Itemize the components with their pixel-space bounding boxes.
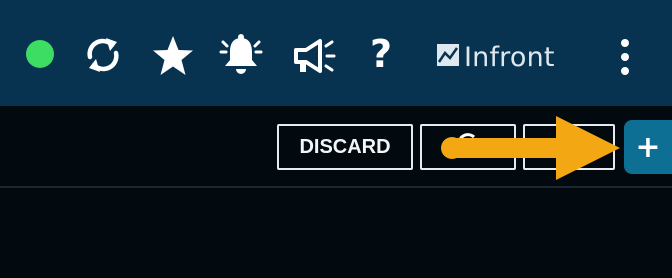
bell-icon[interactable] bbox=[218, 32, 264, 78]
chart-square-icon bbox=[436, 43, 460, 71]
main-content-area bbox=[0, 188, 672, 278]
more-vertical-icon[interactable] bbox=[618, 38, 632, 76]
refresh-icon[interactable] bbox=[82, 35, 124, 75]
top-navigation-bar: ? Infront bbox=[0, 0, 672, 106]
megaphone-icon[interactable] bbox=[290, 36, 338, 76]
status-indicator bbox=[26, 40, 54, 68]
logo-text: Infront bbox=[464, 41, 555, 73]
star-icon[interactable] bbox=[150, 34, 196, 78]
discard-button[interactable]: DISCARD bbox=[277, 124, 413, 170]
infront-logo[interactable]: Infront bbox=[436, 40, 555, 74]
help-icon[interactable]: ? bbox=[366, 32, 396, 76]
refresh-icon bbox=[454, 130, 482, 164]
add-button[interactable]: + bbox=[624, 120, 672, 174]
refresh-button[interactable] bbox=[420, 124, 516, 170]
toolbar-button[interactable] bbox=[523, 124, 615, 170]
